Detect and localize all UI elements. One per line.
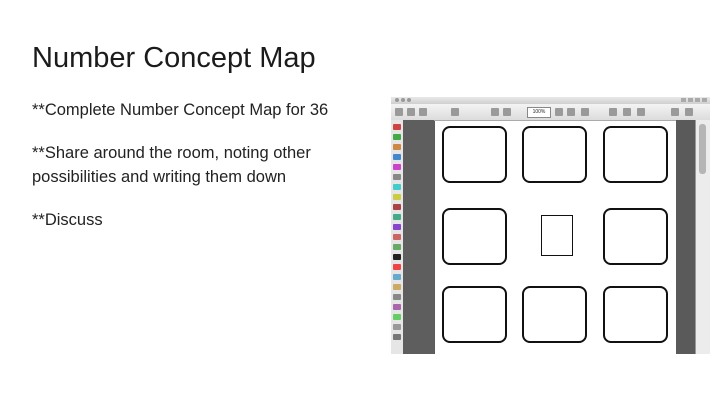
embedded-screenshot: 100% bbox=[391, 97, 710, 354]
tool-icon bbox=[395, 108, 403, 116]
palette-icon bbox=[393, 254, 401, 260]
bullet-discuss: **Discuss bbox=[32, 210, 103, 229]
palette-icon bbox=[393, 284, 401, 290]
window-toolbar: 100% bbox=[391, 104, 710, 121]
palette-icon bbox=[393, 134, 401, 140]
zoom-icon bbox=[407, 98, 411, 102]
concept-map-card bbox=[442, 126, 507, 183]
tool-icon bbox=[623, 108, 631, 116]
palette-icon bbox=[393, 304, 401, 310]
palette-icon bbox=[393, 224, 401, 230]
tool-icon bbox=[671, 108, 679, 116]
concept-map-card bbox=[442, 286, 507, 343]
palette-icon bbox=[393, 334, 401, 340]
concept-map-card bbox=[603, 286, 668, 343]
titlebar-icons bbox=[681, 98, 707, 102]
palette-icon bbox=[393, 324, 401, 330]
canvas-margin bbox=[403, 120, 434, 354]
palette-icon bbox=[393, 174, 401, 180]
window-controls bbox=[395, 98, 411, 102]
tool-icon bbox=[491, 108, 499, 116]
window-titlebar bbox=[391, 97, 710, 104]
concept-map-card bbox=[522, 126, 587, 183]
tool-icon bbox=[503, 108, 511, 116]
concept-map-card bbox=[522, 286, 587, 343]
palette-icon bbox=[393, 204, 401, 210]
tool-icon bbox=[407, 108, 415, 116]
palette-icon bbox=[393, 154, 401, 160]
palette-icon bbox=[393, 194, 401, 200]
bullet-complete-map: **Complete Number Concept Map for 36 bbox=[32, 101, 329, 119]
palette-icon bbox=[393, 294, 401, 300]
tool-icon bbox=[555, 108, 563, 116]
scrollbar-thumb bbox=[699, 124, 706, 174]
palette-icon bbox=[393, 164, 401, 170]
palette-icon bbox=[393, 264, 401, 270]
zoom-level: 100% bbox=[527, 107, 551, 118]
tool-icon bbox=[451, 108, 459, 116]
tool-icon bbox=[419, 108, 427, 116]
slide-body: **Complete Number Concept Map for 36 **S… bbox=[32, 98, 352, 250]
concept-map-card bbox=[603, 126, 668, 183]
palette-icon bbox=[393, 124, 401, 130]
tool-icon bbox=[609, 108, 617, 116]
tool-icon bbox=[685, 108, 693, 116]
minimize-icon bbox=[401, 98, 405, 102]
palette-icon bbox=[393, 184, 401, 190]
slide: Number Concept Map **Complete Number Con… bbox=[0, 0, 720, 405]
bullet-share-around: **Share around the room, noting other po… bbox=[32, 143, 311, 187]
close-icon bbox=[395, 98, 399, 102]
concept-map-card bbox=[603, 208, 668, 265]
vertical-scrollbar bbox=[695, 120, 710, 354]
concept-map-center-box bbox=[541, 215, 573, 256]
concept-map-page bbox=[435, 121, 676, 354]
tool-icon bbox=[581, 108, 589, 116]
palette-icon bbox=[393, 244, 401, 250]
palette-icon bbox=[393, 314, 401, 320]
tool-icon bbox=[567, 108, 575, 116]
concept-map-card bbox=[442, 208, 507, 265]
palette-icon bbox=[393, 274, 401, 280]
palette-icon bbox=[393, 234, 401, 240]
tool-icon bbox=[637, 108, 645, 116]
slide-title: Number Concept Map bbox=[32, 42, 316, 74]
palette-icon bbox=[393, 214, 401, 220]
palette-icon bbox=[393, 144, 401, 150]
